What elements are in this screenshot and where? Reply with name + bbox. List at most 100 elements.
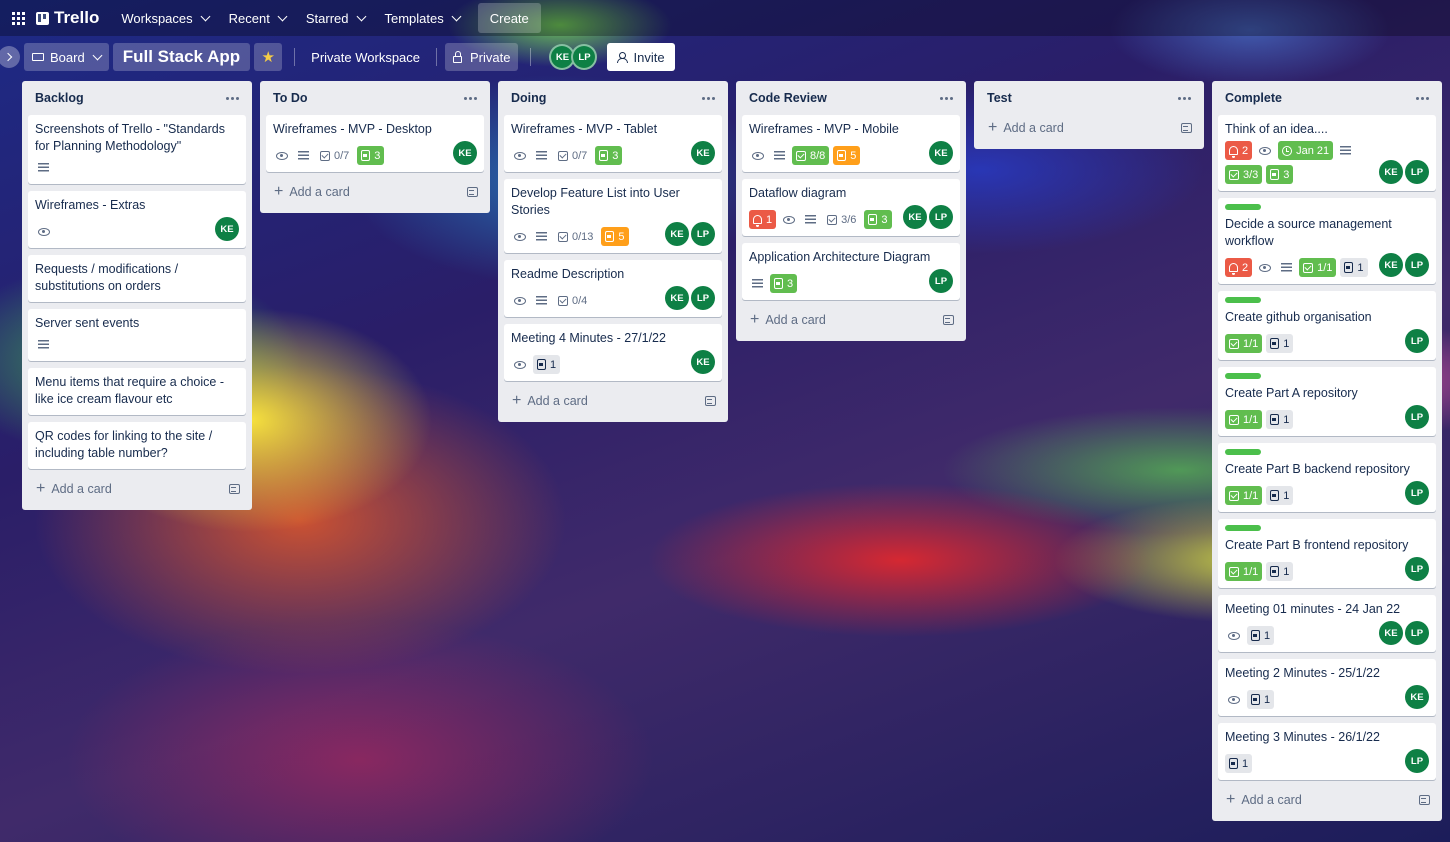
nav-starred-button[interactable]: Starred: [296, 3, 375, 33]
more-options-icon[interactable]: [1416, 96, 1429, 100]
avatar[interactable]: LP: [1405, 329, 1429, 353]
description-icon: [752, 279, 763, 288]
star-board-button[interactable]: ★: [254, 43, 283, 71]
card[interactable]: Meeting 2 Minutes - 25/1/22 1 KE: [1218, 659, 1436, 716]
avatar[interactable]: LP: [1405, 405, 1429, 429]
list-title[interactable]: Doing: [511, 91, 546, 105]
avatar[interactable]: KE: [1379, 621, 1403, 645]
avatar[interactable]: LP: [1405, 749, 1429, 773]
workspace-button[interactable]: Private Workspace: [303, 43, 428, 71]
visibility-button[interactable]: Private: [445, 43, 519, 71]
badge-text: 1/1: [1243, 489, 1259, 502]
invite-button[interactable]: Invite: [607, 43, 675, 71]
avatar[interactable]: KE: [453, 141, 477, 165]
green-label[interactable]: [1225, 373, 1261, 379]
list-title[interactable]: Code Review: [749, 91, 827, 105]
card[interactable]: Meeting 01 minutes - 24 Jan 22 1 KE LP: [1218, 595, 1436, 652]
avatar[interactable]: LP: [1405, 481, 1429, 505]
card[interactable]: Requests / modifications / substitutions…: [28, 255, 246, 302]
card[interactable]: Create github organisation 1/1 1 LP: [1218, 291, 1436, 360]
create-from-template-icon[interactable]: [1419, 795, 1430, 805]
create-from-template-icon[interactable]: [229, 484, 240, 494]
list-title[interactable]: Backlog: [35, 91, 84, 105]
avatar[interactable]: KE: [1379, 160, 1403, 184]
avatar[interactable]: KE: [929, 141, 953, 165]
card[interactable]: Wireframes - MVP - Tablet 0/7 3 KE: [504, 115, 722, 172]
card[interactable]: Application Architecture Diagram 3 LP: [742, 243, 960, 300]
green-label[interactable]: [1225, 449, 1261, 455]
avatar[interactable]: KE: [665, 286, 689, 310]
create-from-template-icon[interactable]: [467, 187, 478, 197]
card-members: LP: [1405, 329, 1429, 353]
card[interactable]: Wireframes - Extras KE: [28, 191, 246, 248]
expand-sidebar-button[interactable]: [0, 46, 20, 68]
add-card-button[interactable]: + Add a card: [512, 393, 588, 409]
avatar[interactable]: LP: [691, 222, 715, 246]
card[interactable]: Wireframes - MVP - Desktop 0/7 3 KE: [266, 115, 484, 172]
more-options-icon[interactable]: [1178, 96, 1191, 100]
app-switcher-icon[interactable]: [8, 8, 28, 28]
avatar[interactable]: LP: [1405, 557, 1429, 581]
card[interactable]: Create Part A repository 1/1 1 LP: [1218, 367, 1436, 436]
card[interactable]: Decide a source management workflow 2 1/1 1…: [1218, 198, 1436, 284]
watch-badge: [1256, 258, 1274, 277]
avatar[interactable]: LP: [929, 269, 953, 293]
green-label[interactable]: [1225, 297, 1261, 303]
list-title[interactable]: To Do: [273, 91, 307, 105]
card[interactable]: Develop Feature List into User Stories 0/…: [504, 179, 722, 253]
board-title[interactable]: Full Stack App: [112, 43, 251, 71]
trello-logo[interactable]: Trello: [36, 8, 99, 28]
avatar[interactable]: KE: [1405, 685, 1429, 709]
card[interactable]: Server sent events: [28, 309, 246, 361]
avatar[interactable]: LP: [571, 44, 598, 70]
sticker-icon: [774, 278, 783, 289]
more-options-icon[interactable]: [940, 96, 953, 100]
green-label[interactable]: [1225, 204, 1261, 210]
card[interactable]: Meeting 4 Minutes - 27/1/22 1 KE: [504, 324, 722, 381]
card[interactable]: Menu items that require a choice - like …: [28, 368, 246, 415]
avatar[interactable]: KE: [903, 205, 927, 229]
check-badge: 3/3: [1225, 165, 1263, 184]
card[interactable]: Meeting 3 Minutes - 26/1/22 1 LP: [1218, 723, 1436, 780]
card[interactable]: Dataflow diagram 1 3/6 3 KE LP: [742, 179, 960, 236]
avatar[interactable]: KE: [691, 350, 715, 374]
list-title[interactable]: Complete: [1225, 91, 1282, 105]
avatar[interactable]: LP: [1405, 160, 1429, 184]
avatar[interactable]: KE: [665, 222, 689, 246]
avatar[interactable]: LP: [929, 205, 953, 229]
card[interactable]: Think of an idea.... 2 Jan 21 3/3 3 KE LP: [1218, 115, 1436, 191]
more-options-icon[interactable]: [702, 96, 715, 100]
avatar[interactable]: KE: [1379, 253, 1403, 277]
create-from-template-icon[interactable]: [1181, 123, 1192, 133]
green-label[interactable]: [1225, 525, 1261, 531]
board-view-switcher[interactable]: Board: [24, 43, 109, 71]
create-from-template-icon[interactable]: [705, 396, 716, 406]
card[interactable]: Wireframes - MVP - Mobile 8/8 5 KE: [742, 115, 960, 172]
nav-recent-button[interactable]: Recent: [219, 3, 296, 33]
add-card-button[interactable]: + Add a card: [750, 312, 826, 328]
avatar[interactable]: KE: [691, 141, 715, 165]
card[interactable]: QR codes for linking to the site / inclu…: [28, 422, 246, 469]
sticker-badge: 1: [1340, 258, 1368, 277]
more-options-icon[interactable]: [226, 96, 239, 100]
list-title[interactable]: Test: [987, 91, 1012, 105]
card-footer: KE: [35, 217, 239, 241]
card-title: Wireframes - Extras: [35, 198, 146, 212]
create-from-template-icon[interactable]: [943, 315, 954, 325]
card[interactable]: Create Part B backend repository 1/1 1 LP: [1218, 443, 1436, 512]
more-options-icon[interactable]: [464, 96, 477, 100]
avatar[interactable]: LP: [1405, 253, 1429, 277]
card[interactable]: Readme Description 0/4 KE LP: [504, 260, 722, 317]
card[interactable]: Create Part B frontend repository 1/1 1 LP: [1218, 519, 1436, 588]
nav-workspaces-button[interactable]: Workspaces: [111, 3, 218, 33]
avatar[interactable]: KE: [215, 217, 239, 241]
add-card-button[interactable]: + Add a card: [1226, 792, 1302, 808]
add-card-button[interactable]: + Add a card: [988, 120, 1064, 136]
create-button[interactable]: Create: [477, 3, 541, 33]
avatar[interactable]: LP: [691, 286, 715, 310]
avatar[interactable]: LP: [1405, 621, 1429, 645]
add-card-button[interactable]: + Add a card: [274, 184, 350, 200]
add-card-button[interactable]: + Add a card: [36, 481, 112, 497]
card[interactable]: Screenshots of Trello - "Standards for P…: [28, 115, 246, 184]
nav-templates-button[interactable]: Templates: [375, 3, 470, 33]
